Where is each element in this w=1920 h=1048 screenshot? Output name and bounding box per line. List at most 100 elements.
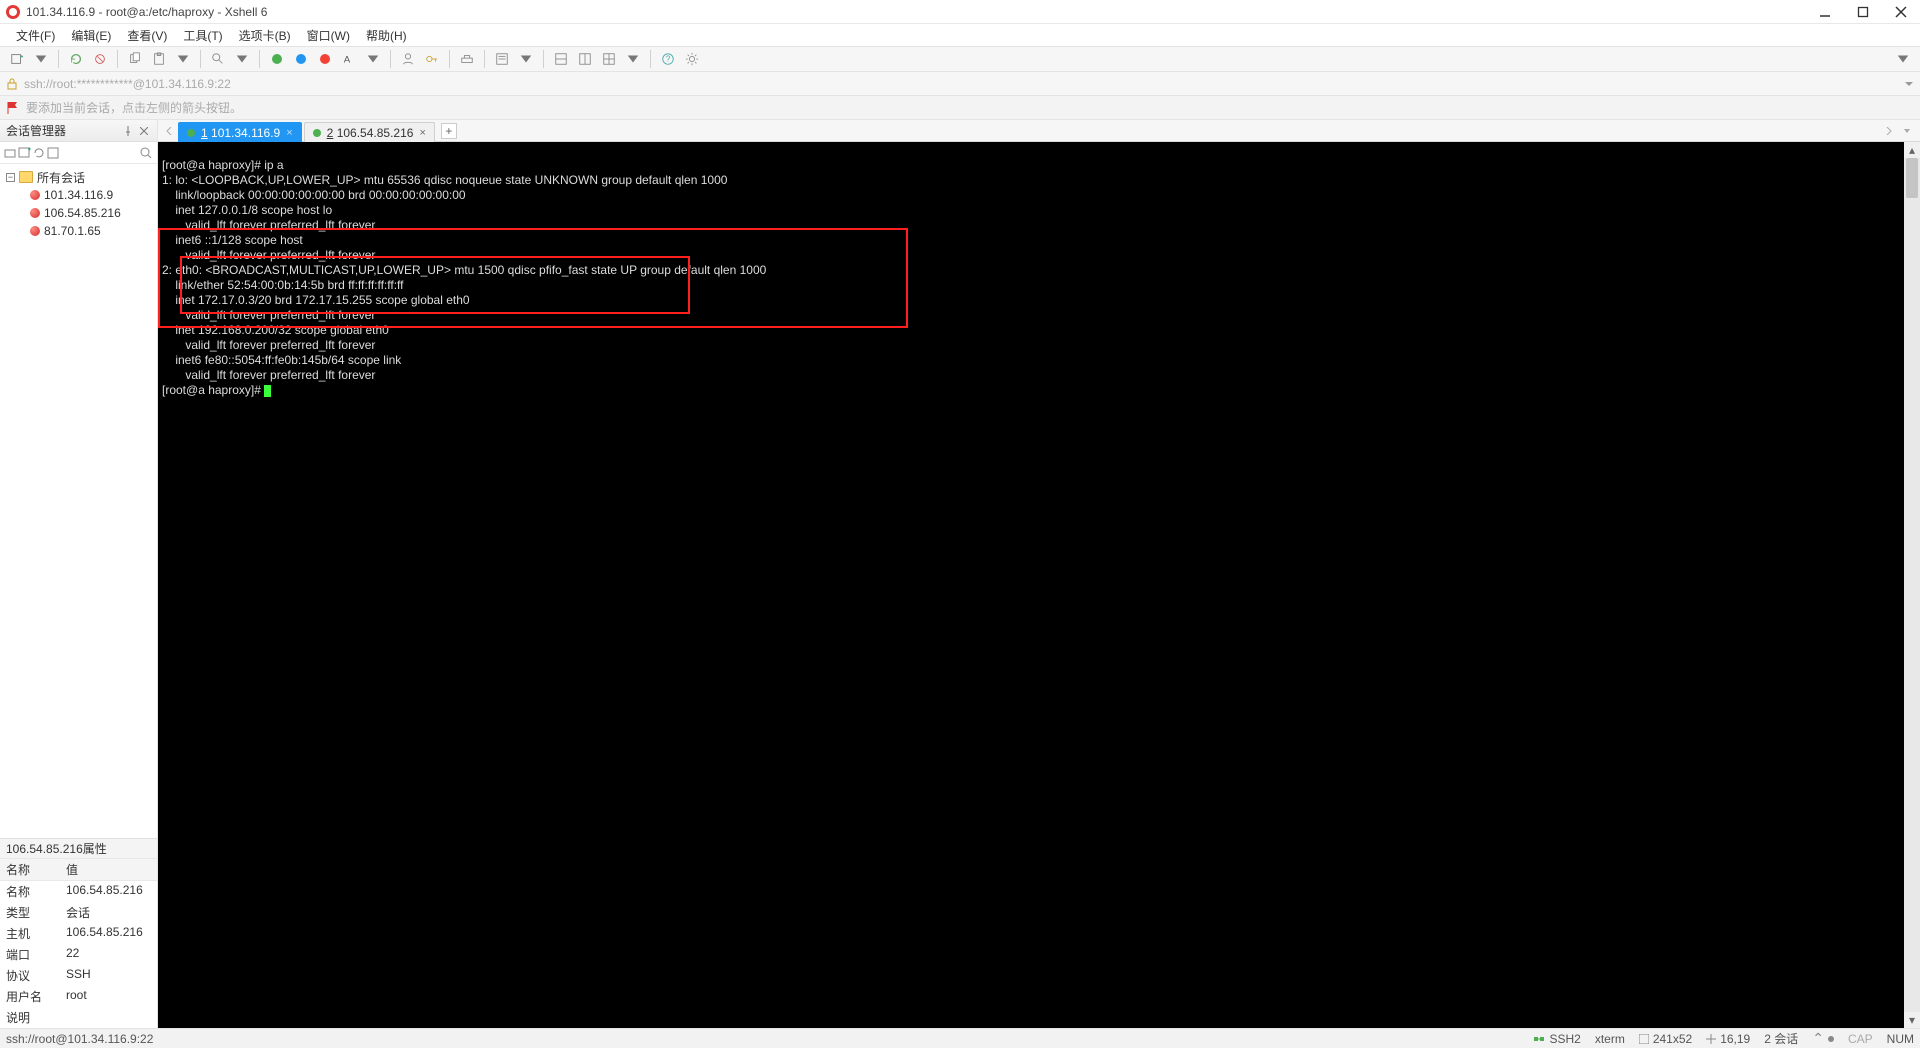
toolbar-dropdown-icon[interactable] <box>515 48 537 70</box>
status-address: ssh://root@101.34.116.9:22 <box>6 1032 153 1046</box>
terminal-line: valid_lft forever preferred_lft forever <box>162 308 375 322</box>
terminal[interactable]: [root@a haproxy]# ip a 1: lo: <LOOPBACK,… <box>158 142 1920 1028</box>
session-label: 106.54.85.216 <box>44 206 121 220</box>
terminal-line: inet 172.17.0.3/20 brd 172.17.15.255 sco… <box>162 293 470 307</box>
refresh-icon[interactable] <box>32 146 46 160</box>
tab-nav-left-icon[interactable] <box>162 124 176 138</box>
script-icon[interactable] <box>491 48 513 70</box>
terminal-line: [root@a haproxy]# ip a <box>162 158 284 172</box>
flag-icon[interactable] <box>6 101 20 115</box>
property-row: 名称106.54.85.216 <box>0 881 157 902</box>
toolbar-dropdown-icon[interactable] <box>231 48 253 70</box>
menu-bar: 文件(F) 编辑(E) 查看(V) 工具(T) 选项卡(B) 窗口(W) 帮助(… <box>0 24 1920 46</box>
properties-panel: 106.54.85.216属性 名称 值 名称106.54.85.216类型会话… <box>0 838 157 1028</box>
toolbar-dropdown-icon[interactable] <box>362 48 384 70</box>
toolbar-separator <box>58 50 59 68</box>
layout-vertical-icon[interactable] <box>574 48 596 70</box>
close-icon[interactable] <box>137 124 151 138</box>
filter-icon[interactable] <box>46 146 60 160</box>
property-key: 说明 <box>0 1007 60 1028</box>
disconnect-icon[interactable] <box>89 48 111 70</box>
terminal-line: link/loopback 00:00:00:00:00:00 brd 00:0… <box>162 188 466 202</box>
reconnect-icon[interactable] <box>65 48 87 70</box>
toolbar-separator <box>484 50 485 68</box>
new-tab-button[interactable]: + <box>441 123 457 139</box>
tab-close-icon[interactable]: × <box>419 127 425 139</box>
scroll-up-icon[interactable]: ▴ <box>1904 142 1920 158</box>
session-tab-active[interactable]: 1 101.34.116.9 × <box>178 122 302 142</box>
new-session-icon[interactable] <box>6 48 28 70</box>
menu-edit[interactable]: 编辑(E) <box>63 25 119 46</box>
menu-view[interactable]: 查看(V) <box>119 25 175 46</box>
settings-icon[interactable] <box>681 48 703 70</box>
font-icon[interactable]: A <box>338 48 360 70</box>
hint-bar: 要添加当前会话，点击左侧的箭头按钮。 <box>0 96 1920 120</box>
color-green-icon[interactable] <box>266 48 288 70</box>
tree-root[interactable]: − 所有会话 <box>0 168 157 186</box>
menu-help[interactable]: 帮助(H) <box>358 25 415 46</box>
tab-close-icon[interactable]: × <box>286 127 292 139</box>
chevron-down-icon[interactable] <box>1904 79 1914 89</box>
terminal-line: inet6 ::1/128 scope host <box>162 233 303 247</box>
close-button[interactable] <box>1894 5 1908 19</box>
maximize-button[interactable] <box>1856 5 1870 19</box>
menu-tab[interactable]: 选项卡(B) <box>231 25 299 46</box>
chevron-up-icon[interactable]: ⌃ <box>1812 1030 1824 1047</box>
toolbar-dropdown-icon[interactable] <box>30 48 52 70</box>
new-session-icon[interactable] <box>18 146 32 160</box>
property-row: 端口22 <box>0 944 157 965</box>
property-value: root <box>60 986 157 1007</box>
search-icon[interactable] <box>139 146 153 160</box>
property-row: 说明 <box>0 1007 157 1028</box>
scroll-down-icon[interactable]: ▾ <box>1904 1012 1920 1028</box>
property-key: 主机 <box>0 923 60 944</box>
scroll-thumb[interactable] <box>1906 158 1918 198</box>
property-value: 会话 <box>60 902 157 923</box>
tab-list-icon[interactable] <box>1900 124 1914 138</box>
color-blue-icon[interactable] <box>290 48 312 70</box>
title-bar: 101.34.116.9 - root@a:/etc/haproxy - Xsh… <box>0 0 1920 24</box>
session-tab[interactable]: 2 106.54.85.216 × <box>304 122 435 142</box>
terminal-line: 2: eth0: <BROADCAST,MULTICAST,UP,LOWER_U… <box>162 263 766 277</box>
tab-strip: 1 101.34.116.9 × 2 106.54.85.216 × + <box>158 120 1920 142</box>
terminal-scrollbar[interactable]: ▴ ▾ <box>1904 142 1920 1028</box>
help-icon[interactable]: ? <box>657 48 679 70</box>
key-icon[interactable] <box>421 48 443 70</box>
paste-icon[interactable] <box>148 48 170 70</box>
collapse-icon[interactable]: − <box>6 173 15 182</box>
toolbar-separator <box>200 50 201 68</box>
tree-root-label: 所有会话 <box>37 169 85 186</box>
pin-icon[interactable] <box>121 124 135 138</box>
tab-nav-right-icon[interactable] <box>1882 124 1896 138</box>
menu-window[interactable]: 窗口(W) <box>299 25 358 46</box>
menu-file[interactable]: 文件(F) <box>8 25 63 46</box>
session-manager-panel: 会话管理器 − 所有会话 101.34.116.9 106. <box>0 120 158 1028</box>
color-red-icon[interactable] <box>314 48 336 70</box>
dot-icon <box>1828 1036 1834 1042</box>
toolbar-dropdown-icon[interactable] <box>622 48 644 70</box>
cursor-pos-icon <box>1706 1034 1716 1044</box>
menu-tools[interactable]: 工具(T) <box>175 25 230 46</box>
copy-icon[interactable] <box>124 48 146 70</box>
session-item[interactable]: 101.34.116.9 <box>0 186 157 204</box>
properties-title: 106.54.85.216属性 <box>0 839 157 859</box>
toolbar-overflow-icon[interactable] <box>1892 48 1914 70</box>
session-tree[interactable]: − 所有会话 101.34.116.9 106.54.85.216 81.70.… <box>0 164 157 838</box>
search-icon[interactable] <box>207 48 229 70</box>
terminal-line: inet 192.168.0.200/32 scope global eth0 <box>162 323 389 337</box>
layout-horizontal-icon[interactable] <box>550 48 572 70</box>
toolbar-separator <box>259 50 260 68</box>
toolbar-dropdown-icon[interactable] <box>172 48 194 70</box>
panel-title: 会话管理器 <box>6 122 66 139</box>
session-item[interactable]: 81.70.1.65 <box>0 222 157 240</box>
session-icon <box>30 226 40 236</box>
minimize-button[interactable] <box>1818 5 1832 19</box>
status-session-count: 2 会话 <box>1764 1030 1798 1047</box>
user-icon[interactable] <box>397 48 419 70</box>
layout-grid-icon[interactable] <box>598 48 620 70</box>
new-folder-icon[interactable] <box>4 146 18 160</box>
transfer-icon[interactable] <box>456 48 478 70</box>
session-item[interactable]: 106.54.85.216 <box>0 204 157 222</box>
svg-text:A: A <box>344 55 351 66</box>
address-bar[interactable]: ssh://root:************@101.34.116.9:22 <box>0 72 1920 96</box>
